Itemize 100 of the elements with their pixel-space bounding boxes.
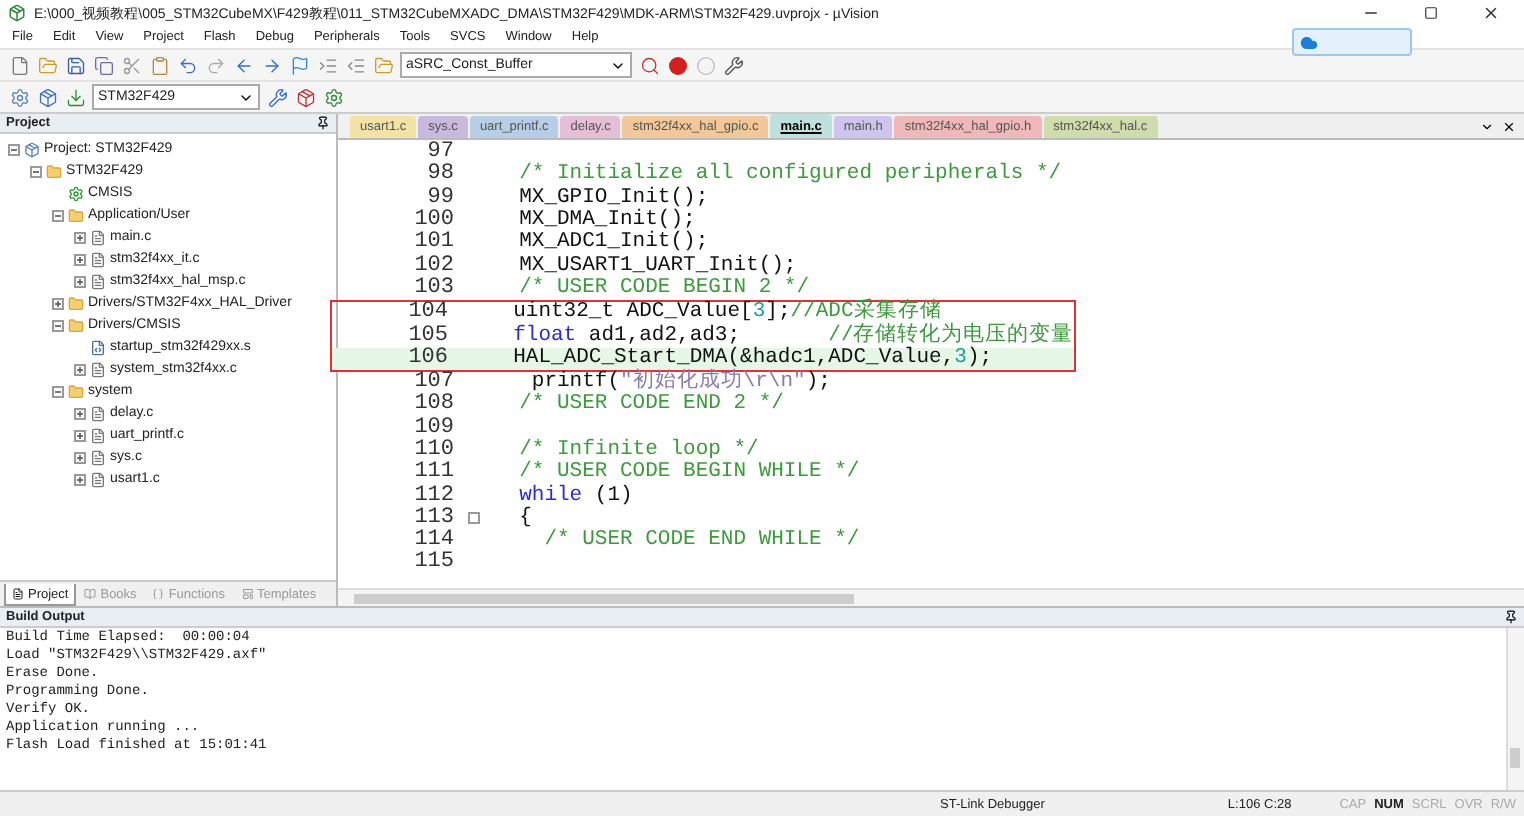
code-line: /* USER CODE END 2 */ [517, 394, 784, 417]
line-number: 104 [406, 302, 448, 325]
line-number: 97 [425, 142, 454, 165]
folder-icon [68, 317, 84, 333]
code-line: /* USER CODE END WHILE */ [542, 530, 860, 553]
bookmark-icon[interactable] [288, 54, 310, 76]
new-file-icon[interactable] [8, 54, 30, 76]
gear-icon [68, 185, 84, 201]
folder-icon [46, 163, 62, 179]
file-icon [90, 449, 106, 465]
gear-icon[interactable] [322, 86, 344, 108]
code-line: /* Infinite loop */ [517, 440, 759, 462]
line-number: 108 [412, 394, 454, 417]
code-line: MX_USART1_UART_Init(); [517, 255, 797, 278]
expand-toggle[interactable] [74, 253, 86, 265]
expand-toggle[interactable] [74, 451, 86, 463]
line-number: 113 [412, 507, 454, 530]
fold-toggle[interactable] [468, 512, 480, 525]
code-line: uint32_t ADC_Value[3];//ADC采集存储 [511, 302, 942, 325]
code-line: printf("初始化成功\r\n"); [531, 372, 831, 395]
line-number: 112 [412, 485, 454, 508]
app-icon [8, 4, 26, 22]
braces-icon [152, 588, 165, 600]
book-icon [84, 588, 97, 600]
copy-icon[interactable] [92, 54, 114, 76]
line-number: 102 [412, 255, 454, 278]
expand-toggle[interactable] [74, 407, 86, 419]
file-icon [90, 251, 106, 267]
line-number: 110 [412, 440, 454, 462]
expand-toggle[interactable] [74, 473, 86, 485]
line-number: 114 [412, 530, 454, 553]
download-icon[interactable] [64, 86, 86, 108]
expand-toggle[interactable] [30, 165, 42, 177]
code-line: while (1) [517, 485, 633, 508]
expand-toggle[interactable] [74, 429, 86, 441]
paste-icon[interactable] [148, 54, 170, 76]
file-icon [90, 471, 106, 487]
forward-icon[interactable] [260, 54, 282, 76]
folder-icon [68, 295, 84, 311]
code-line: /* USER CODE BEGIN 2 */ [517, 277, 810, 300]
gear-icon[interactable] [8, 86, 30, 108]
vertical-scrollbar[interactable] [1506, 628, 1524, 790]
breakpoint-icon[interactable] [666, 54, 688, 76]
document-icon [12, 588, 24, 600]
code-line: MX_GPIO_Init(); [517, 187, 709, 210]
open-folder-icon[interactable] [372, 54, 394, 76]
code-line: /* USER CODE BEGIN WHILE */ [517, 462, 860, 485]
pin-icon[interactable] [1504, 610, 1518, 624]
wrench-icon[interactable] [722, 54, 744, 76]
restore-icon[interactable] [1423, 6, 1437, 20]
code-line: float ad1,ad2,ad3; //存储转化为电压的变量 [511, 325, 1074, 348]
cloud-icon [1300, 33, 1318, 51]
file-icon [90, 339, 106, 355]
code-line: MX_ADC1_Init(); [517, 232, 709, 255]
code-line: /* Initialize all configured peripherals */ [517, 164, 1062, 187]
expand-toggle[interactable] [74, 231, 86, 243]
close-icon[interactable] [1481, 4, 1499, 22]
expand-toggle[interactable] [74, 363, 86, 375]
outdent-icon[interactable] [344, 54, 366, 76]
expand-toggle[interactable] [52, 319, 64, 331]
folder-icon [68, 207, 84, 223]
expand-toggle[interactable] [52, 297, 64, 309]
line-number: 100 [412, 210, 454, 233]
close-icon[interactable] [1502, 119, 1516, 133]
file-icon [90, 273, 106, 289]
cloud-button[interactable] [1292, 28, 1412, 56]
tab-list-icon[interactable] [1480, 119, 1494, 133]
cut-icon[interactable] [120, 54, 142, 76]
pin-icon[interactable] [316, 116, 330, 130]
line-number: 105 [406, 325, 448, 348]
line-number: 109 [412, 417, 454, 440]
folder-icon [68, 383, 84, 399]
expand-toggle[interactable] [52, 209, 64, 221]
code-line: MX_DMA_Init(); [517, 210, 696, 233]
expand-toggle[interactable] [52, 385, 64, 397]
package-icon[interactable] [294, 86, 316, 108]
expand-toggle[interactable] [8, 143, 20, 155]
search-icon[interactable] [638, 54, 660, 76]
code-line: { [517, 507, 532, 530]
line-number: 107 [412, 372, 454, 395]
expand-toggle[interactable] [74, 275, 86, 287]
horizontal-scrollbar[interactable] [338, 588, 1524, 606]
project-icon [24, 141, 40, 157]
save-icon[interactable] [64, 54, 86, 76]
file-icon [90, 361, 106, 377]
wrench-icon[interactable] [266, 86, 288, 108]
file-icon [90, 229, 106, 245]
line-number: 99 [427, 187, 454, 210]
line-number: 106 [406, 347, 448, 370]
indent-icon[interactable] [316, 54, 338, 76]
line-number: 115 [412, 552, 454, 575]
file-icon [90, 427, 106, 443]
line-number: 111 [412, 462, 454, 485]
line-number: 101 [412, 232, 454, 255]
code-line: HAL_ADC_Start_DMA(&hadc1,ADC_Value,3); [511, 347, 993, 370]
line-number: 103 [412, 277, 454, 300]
undo-icon[interactable] [176, 54, 198, 76]
template-icon [241, 588, 253, 600]
file-icon [90, 405, 106, 421]
back-icon[interactable] [232, 54, 254, 76]
